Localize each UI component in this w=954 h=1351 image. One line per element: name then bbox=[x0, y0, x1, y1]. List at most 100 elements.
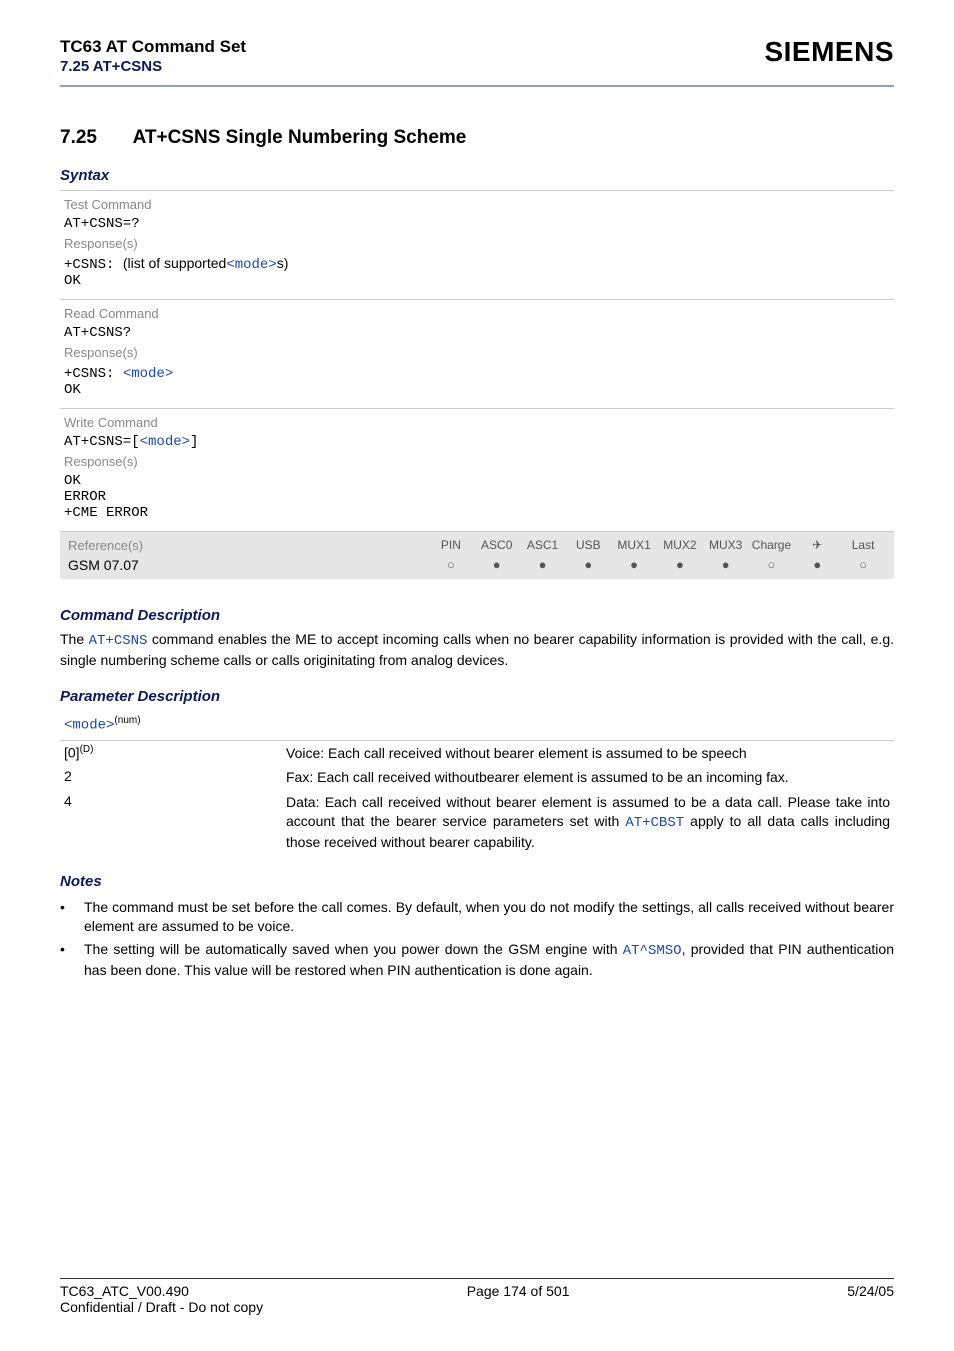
header-left: TC63 AT Command Set 7.25 AT+CSNS bbox=[60, 36, 246, 75]
ref-dot-pin bbox=[428, 552, 474, 572]
ref-dot-asc0 bbox=[474, 552, 520, 572]
notes-list: The command must be set before the call … bbox=[60, 896, 894, 982]
note-1-text: The command must be set before the call … bbox=[84, 898, 894, 936]
test-response-label: Response(s) bbox=[64, 232, 890, 255]
ref-dot-charge bbox=[749, 552, 795, 572]
note-item-2: The setting will be automatically saved … bbox=[60, 938, 894, 982]
read-command-label: Read Command bbox=[64, 306, 890, 325]
doc-section-label: 7.25 AT+CSNS bbox=[60, 58, 246, 75]
doc-title: TC63 AT Command Set bbox=[60, 36, 246, 58]
parameter-table: <mode>(num) [0](D) Voice: Each call rece… bbox=[60, 711, 894, 855]
ref-dot-usb bbox=[565, 552, 611, 572]
reference-icons: PIN ASC0 ASC1 USB MUX1 MUX2 MUX3 Charge … bbox=[420, 532, 894, 579]
syntax-heading: Syntax bbox=[60, 167, 894, 184]
write-cmd-suffix: ] bbox=[190, 434, 198, 450]
notes-heading: Notes bbox=[60, 873, 894, 890]
param-key-4: 4 bbox=[64, 793, 286, 852]
page-header: TC63 AT Command Set 7.25 AT+CSNS SIEMENS bbox=[60, 36, 894, 75]
param-row-4: 4 Data: Each call received without beare… bbox=[60, 790, 894, 855]
ref-col-pin: PIN bbox=[428, 538, 474, 552]
write-cmd-prefix: AT+CSNS=[ bbox=[64, 434, 140, 450]
note-item-1: The command must be set before the call … bbox=[60, 896, 894, 938]
section-heading: 7.25 AT+CSNS Single Numbering Scheme bbox=[60, 127, 894, 149]
param-mode-sup: (num) bbox=[114, 715, 140, 726]
param-key-0: [0](D) bbox=[64, 744, 286, 763]
ref-dot-mux2 bbox=[657, 552, 703, 572]
read-ok: OK bbox=[64, 382, 890, 398]
cmd-desc-post: command enables the ME to accept incomin… bbox=[60, 631, 894, 668]
param-key-0-sup: (D) bbox=[80, 744, 94, 755]
ref-col-asc1: ASC1 bbox=[520, 538, 566, 552]
read-response-label: Response(s) bbox=[64, 341, 890, 364]
mode-param-link[interactable]: <mode> bbox=[123, 366, 173, 382]
reference-dots-row bbox=[428, 552, 886, 572]
param-mode-name[interactable]: <mode> bbox=[64, 718, 114, 734]
param-header-row: <mode>(num) bbox=[60, 711, 894, 741]
at-cbst-link[interactable]: AT+CBST bbox=[625, 815, 684, 831]
parameter-description-heading: Parameter Description bbox=[60, 688, 894, 705]
header-divider bbox=[60, 85, 894, 87]
test-resp-text2: s) bbox=[277, 255, 289, 271]
note-2-pre: The setting will be automatically saved … bbox=[84, 941, 623, 957]
reference-value: GSM 07.07 bbox=[68, 557, 412, 573]
test-command-block: Test Command AT+CSNS=? Response(s) +CSNS… bbox=[60, 190, 894, 300]
ref-col-mux2: MUX2 bbox=[657, 538, 703, 552]
syntax-block: Test Command AT+CSNS=? Response(s) +CSNS… bbox=[60, 190, 894, 579]
write-command-block: Write Command AT+CSNS=[<mode>] Response(… bbox=[60, 409, 894, 532]
reference-columns-row: PIN ASC0 ASC1 USB MUX1 MUX2 MUX3 Charge … bbox=[428, 538, 886, 552]
param-row-2: 2 Fax: Each call received withoutbearer … bbox=[60, 765, 894, 790]
read-command-block: Read Command AT+CSNS? Response(s) +CSNS:… bbox=[60, 300, 894, 409]
ref-col-usb: USB bbox=[565, 538, 611, 552]
command-description-heading: Command Description bbox=[60, 607, 894, 624]
read-response-line: +CSNS: <mode> bbox=[64, 364, 890, 382]
footer-divider bbox=[60, 1278, 894, 1279]
write-command-cmd: AT+CSNS=[<mode>] bbox=[64, 434, 890, 450]
param-key-2: 2 bbox=[64, 768, 286, 787]
footer-right: 5/24/05 bbox=[847, 1283, 894, 1299]
at-smso-link[interactable]: AT^SMSO bbox=[623, 943, 682, 959]
read-command-cmd: AT+CSNS? bbox=[64, 325, 890, 341]
ref-dot-airplane bbox=[794, 552, 840, 572]
read-resp-prefix: +CSNS: bbox=[64, 366, 123, 382]
footer-sub: Confidential / Draft - Do not copy bbox=[60, 1299, 894, 1315]
ref-col-last: Last bbox=[840, 538, 886, 552]
test-command-cmd: AT+CSNS=? bbox=[64, 216, 890, 232]
ref-col-asc0: ASC0 bbox=[474, 538, 520, 552]
footer-row: TC63_ATC_V00.490 Page 174 of 501 5/24/05 bbox=[60, 1283, 894, 1299]
reference-side: Reference(s) GSM 07.07 bbox=[60, 532, 420, 579]
write-ok: OK bbox=[64, 473, 890, 489]
test-ok: OK bbox=[64, 273, 890, 289]
footer-center: Page 174 of 501 bbox=[467, 1283, 570, 1299]
section-number: 7.25 bbox=[60, 127, 128, 149]
param-desc-4: Data: Each call received without bearer … bbox=[286, 793, 890, 852]
param-row-0: [0](D) Voice: Each call received without… bbox=[60, 741, 894, 766]
write-command-label: Write Command bbox=[64, 415, 890, 434]
write-cme-error: +CME ERROR bbox=[64, 505, 890, 521]
param-key-0-val: [0] bbox=[64, 744, 80, 760]
section-title: AT+CSNS Single Numbering Scheme bbox=[133, 127, 467, 148]
test-command-label: Test Command bbox=[64, 197, 890, 216]
mode-param-link[interactable]: <mode> bbox=[226, 257, 276, 273]
page-footer: TC63_ATC_V00.490 Page 174 of 501 5/24/05… bbox=[60, 1278, 894, 1315]
cmd-desc-pre: The bbox=[60, 631, 89, 647]
ref-dot-asc1 bbox=[520, 552, 566, 572]
write-error: ERROR bbox=[64, 489, 890, 505]
ref-col-mux1: MUX1 bbox=[611, 538, 657, 552]
ref-dot-last bbox=[840, 552, 886, 572]
param-desc-0: Voice: Each call received without bearer… bbox=[286, 744, 890, 763]
test-resp-text1: (list of supported bbox=[123, 255, 227, 271]
reference-block: Reference(s) GSM 07.07 PIN ASC0 ASC1 USB… bbox=[60, 532, 894, 579]
command-description-text: The AT+CSNS command enables the ME to ac… bbox=[60, 630, 894, 670]
test-response-line: +CSNS: (list of supported<mode>s) bbox=[64, 255, 890, 273]
param-desc-2: Fax: Each call received withoutbearer el… bbox=[286, 768, 890, 787]
ref-dot-mux1 bbox=[611, 552, 657, 572]
ref-col-mux3: MUX3 bbox=[703, 538, 749, 552]
write-response-label: Response(s) bbox=[64, 450, 890, 473]
footer-left: TC63_ATC_V00.490 bbox=[60, 1283, 189, 1299]
ref-col-charge: Charge bbox=[749, 538, 795, 552]
reference-label: Reference(s) bbox=[68, 538, 412, 557]
ref-dot-mux3 bbox=[703, 552, 749, 572]
at-csns-link[interactable]: AT+CSNS bbox=[89, 633, 148, 649]
ref-col-airplane-icon: ✈ bbox=[794, 538, 840, 552]
mode-param-link[interactable]: <mode> bbox=[140, 434, 190, 450]
